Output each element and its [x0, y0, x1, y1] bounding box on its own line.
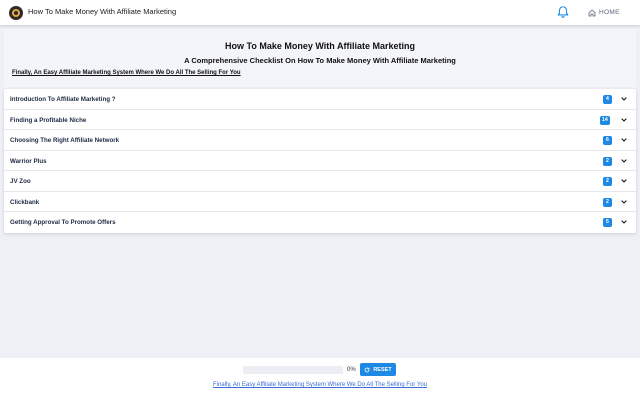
chevron-down-icon[interactable] — [620, 95, 628, 103]
tagline: Finally, An Easy Affiliate Marketing Sys… — [12, 70, 241, 76]
chevron-down-icon[interactable] — [620, 218, 628, 226]
section-row-niche[interactable]: Finding a Profitable Niche 14 — [4, 110, 636, 130]
section-label: Clickbank — [10, 198, 40, 206]
item-count-badge: 2 — [603, 156, 612, 166]
section-row-jv-zoo[interactable]: JV Zoo 2 — [4, 171, 636, 192]
chevron-down-icon[interactable] — [620, 157, 628, 165]
checklist-sections: Introduction To Affiliate Marketing ? 4 … — [4, 89, 636, 233]
footer-link[interactable]: Finally, An Easy Affiliate Marketing Sys… — [0, 382, 640, 388]
chevron-down-icon[interactable] — [620, 136, 628, 144]
item-count-badge: 6 — [603, 136, 612, 145]
home-icon — [588, 8, 596, 16]
section-row-clickbank[interactable]: Clickbank 2 — [4, 192, 636, 212]
section-label: Getting Approval To Promote Offers — [10, 219, 116, 226]
section-row-approval[interactable]: Getting Approval To Promote Offers 5 — [4, 212, 636, 233]
home-label: HOME — [599, 9, 620, 16]
app-title[interactable]: How To Make Money With Affiliate Marketi… — [28, 7, 176, 16]
footer-bar: 0% RESET Finally, An Easy Affiliate Mark… — [0, 358, 640, 400]
section-label: Finding a Profitable Niche — [10, 116, 87, 124]
item-count-badge: 4 — [603, 95, 612, 104]
refresh-icon — [364, 367, 370, 372]
item-count-badge: 5 — [603, 218, 612, 227]
bell-icon[interactable] — [556, 5, 570, 19]
chevron-down-icon[interactable] — [620, 198, 628, 206]
chevron-down-icon[interactable] — [620, 177, 628, 185]
badge-logo-icon[interactable] — [9, 6, 23, 20]
section-label: Warrior Plus — [10, 157, 47, 165]
section-label: Introduction To Affiliate Marketing ? — [10, 96, 116, 103]
reset-button[interactable]: RESET — [360, 363, 396, 376]
section-row-network[interactable]: Choosing The Right Affiliate Network 6 — [4, 130, 636, 151]
chevron-down-icon[interactable] — [620, 116, 628, 124]
progress-percent: 0% — [347, 367, 356, 373]
item-count-badge: 14 — [600, 115, 610, 125]
item-count-badge: 2 — [603, 177, 612, 186]
section-label: JV Zoo — [10, 178, 31, 185]
page-title: How To Make Money With Affiliate Marketi… — [225, 41, 415, 51]
item-count-badge: 2 — [603, 197, 612, 207]
home-button[interactable]: HOME — [588, 6, 620, 19]
section-row-warrior-plus[interactable]: Warrior Plus 2 — [4, 151, 636, 171]
section-row-introduction[interactable]: Introduction To Affiliate Marketing ? 4 — [4, 89, 636, 110]
progress-bar — [243, 366, 343, 374]
checklist-header: How To Make Money With Affiliate Marketi… — [4, 29, 636, 87]
reset-label: RESET — [373, 366, 392, 373]
page-subtitle: A Comprehensive Checklist On How To Make… — [184, 56, 456, 65]
top-bar: How To Make Money With Affiliate Marketi… — [0, 0, 640, 25]
section-label: Choosing The Right Affiliate Network — [10, 137, 120, 144]
